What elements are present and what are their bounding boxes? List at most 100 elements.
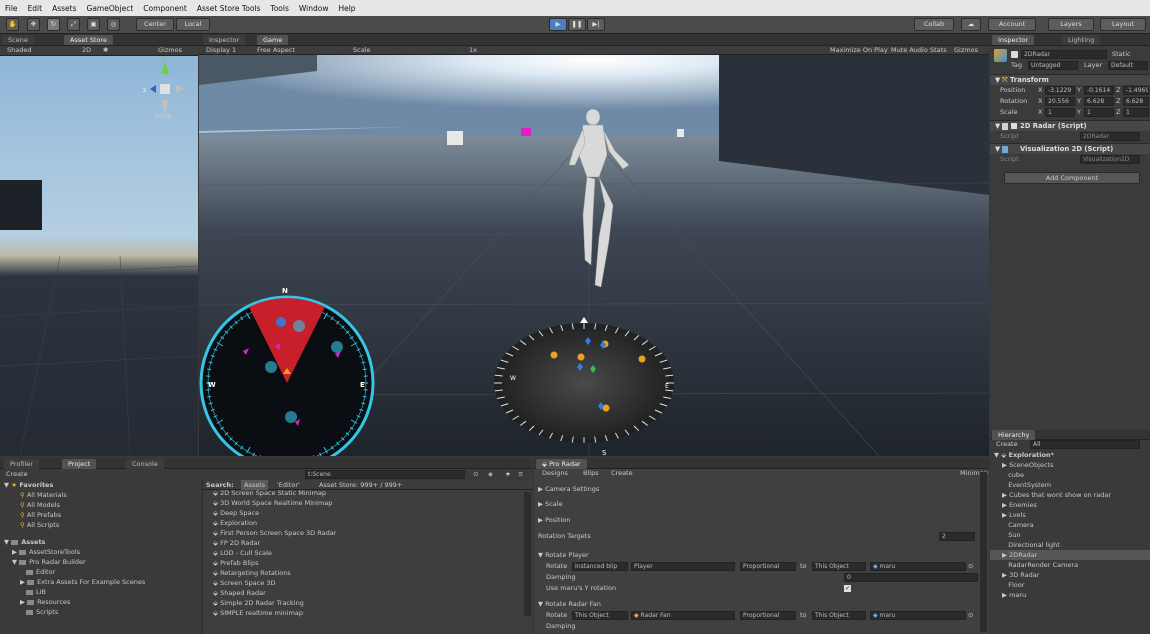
tree-item[interactable]: ▶ Extra Assets For Example Scenes xyxy=(20,577,145,587)
list-item[interactable]: ⬙ Simple 2D Radar Tracking xyxy=(213,598,513,608)
tree-item[interactable]: ▶ AssetStoreTools xyxy=(12,547,80,557)
tree-item[interactable]: ▼ Pro Radar Builder xyxy=(12,557,86,567)
layer-dropdown[interactable]: Default xyxy=(1108,61,1148,70)
fan-type-dropdown[interactable]: Proportional xyxy=(740,611,796,620)
menu-component[interactable]: Component xyxy=(138,4,192,13)
rotation-y-field[interactable]: 6.628 xyxy=(1084,97,1114,106)
maximize-on-play-toggle[interactable]: Maximize On Play xyxy=(830,45,888,55)
list-item[interactable]: ▶ SceneObjects xyxy=(1002,460,1150,470)
transform-header[interactable]: ▼ ⤧ Transform xyxy=(990,74,1150,85)
to-object-field[interactable]: ◆ maru xyxy=(870,562,966,571)
list-item[interactable]: ⬙ 3D World Space Realtime Minimap xyxy=(213,498,513,508)
to-target-dropdown[interactable]: This Object xyxy=(812,562,866,571)
game-viewport[interactable]: N E S W E S W xyxy=(199,55,989,456)
tree-item[interactable]: Editor xyxy=(26,567,55,577)
add-component-button[interactable]: Add Component xyxy=(1004,172,1140,184)
list-item[interactable]: Directional light xyxy=(1002,540,1150,550)
rotation-x-field[interactable]: 20.556 xyxy=(1045,97,1075,106)
list-item[interactable]: ⬙ FP 2D Radar xyxy=(213,538,513,548)
panel-menu-icon[interactable]: ≡ xyxy=(518,469,523,479)
tab-inspector[interactable]: Inspector xyxy=(992,35,1035,45)
scene-viewport[interactable]: y z Persp xyxy=(0,56,198,456)
position-y-field[interactable]: -0.1614 xyxy=(1084,86,1114,95)
pivot-center-button[interactable]: Center xyxy=(136,18,174,31)
filter-label-icon[interactable]: ◈ xyxy=(488,469,493,479)
tab-scene[interactable]: Scene xyxy=(2,35,34,45)
fav-item[interactable]: ⚲ All Scripts xyxy=(20,520,59,530)
favorite-star-icon[interactable]: ★ xyxy=(505,469,511,479)
active-checkbox[interactable] xyxy=(1011,51,1018,58)
list-item[interactable]: RadarRender Camera xyxy=(1002,560,1150,570)
layout-dropdown[interactable]: Layout xyxy=(1100,18,1146,31)
tree-item[interactable]: Scripts xyxy=(26,607,58,617)
subtab-create[interactable]: Create xyxy=(611,468,633,478)
account-dropdown[interactable]: Account xyxy=(988,18,1036,31)
mode-2d-toggle[interactable]: 2D xyxy=(82,45,91,55)
filter-type-icon[interactable]: ⊙ xyxy=(473,469,478,479)
static-checkbox[interactable]: Static xyxy=(1112,49,1131,59)
list-item[interactable]: ⬙ 2D Screen Space Static Minimap xyxy=(213,488,513,498)
section-camera-settings[interactable]: ▶ Camera Settings xyxy=(538,484,599,494)
rotate-player-foldout[interactable]: ▼ Rotate Player xyxy=(538,550,589,560)
tab-asset-store[interactable]: Asset Store xyxy=(64,35,114,45)
list-item[interactable]: ▶ Cubes that wont show on radar xyxy=(1002,490,1150,500)
list-item[interactable]: ▶ Lvels xyxy=(1002,510,1150,520)
list-item[interactable]: ⬙ Screen Space 3D xyxy=(213,578,513,588)
rotate-mode-dropdown[interactable]: Instanced blip xyxy=(572,562,628,571)
pause-button[interactable]: ❚❚ xyxy=(568,18,586,31)
menu-edit[interactable]: Edit xyxy=(23,4,48,13)
list-item[interactable]: ⬙ SIMPLE realtime minimap xyxy=(213,608,513,618)
fav-item[interactable]: ⚲ All Prefabs xyxy=(20,510,61,520)
object-picker-icon[interactable]: ⊙ xyxy=(968,561,973,571)
fan-mode-dropdown[interactable]: This Object xyxy=(572,611,628,620)
cloud-icon[interactable]: ☁ xyxy=(961,18,981,31)
use-y-rotation-checkbox[interactable]: ✓ xyxy=(844,585,851,592)
tab-lighting[interactable]: Lighting xyxy=(1062,35,1101,45)
rotate-tool-icon[interactable]: ↻ xyxy=(47,18,60,31)
rotate-type-dropdown[interactable]: Proportional xyxy=(740,562,796,571)
subtab-designs[interactable]: Designs xyxy=(542,468,568,478)
list-item[interactable]: ⬙ LOD - Cull Scale xyxy=(213,548,513,558)
list-item[interactable]: EventSystem xyxy=(1002,480,1150,490)
file-list-scrollbar[interactable] xyxy=(524,492,531,616)
list-item[interactable]: ▶ maru xyxy=(1002,590,1150,600)
game-gizmos-dropdown[interactable]: Gizmos xyxy=(954,45,978,55)
list-item[interactable]: ⬙ First Person Screen Space 3D Radar xyxy=(213,528,513,538)
list-item[interactable]: Sun xyxy=(1002,530,1150,540)
list-item[interactable]: ⬙ Exploration xyxy=(213,518,513,528)
menu-tools[interactable]: Tools xyxy=(265,4,293,13)
pro-radar-scrollbar[interactable] xyxy=(980,472,987,632)
rotation-targets-field[interactable]: 2 xyxy=(939,532,975,541)
fan-object-field[interactable]: ◆ maru xyxy=(870,611,966,620)
scale-tool-icon[interactable]: ⤢ xyxy=(67,18,80,31)
list-item[interactable]: Floor xyxy=(1002,580,1150,590)
aspect-dropdown[interactable]: Free Aspect xyxy=(257,45,295,55)
fan-to-dropdown[interactable]: This Object xyxy=(812,611,866,620)
position-z-field[interactable]: -1.4969 xyxy=(1123,86,1149,95)
scene-root[interactable]: ▼ ⬙ Exploration* xyxy=(994,450,1054,460)
list-item[interactable]: ⬙ Prefab Blips xyxy=(213,558,513,568)
hierarchy-search-input[interactable]: All xyxy=(1030,440,1140,449)
menu-help[interactable]: Help xyxy=(333,4,360,13)
assets-folder[interactable]: ▼ Assets xyxy=(4,537,45,547)
list-item[interactable]: cube xyxy=(1002,470,1150,480)
rotate-target-field[interactable]: Player xyxy=(631,562,735,571)
menu-assets[interactable]: Assets xyxy=(47,4,81,13)
list-item[interactable]: ⬙ Retargeting Rotations xyxy=(213,568,513,578)
menu-gameobject[interactable]: GameObject xyxy=(82,4,139,13)
play-button[interactable]: ▶ xyxy=(549,18,567,31)
pivot-local-button[interactable]: Local xyxy=(176,18,210,31)
hierarchy-create-button[interactable]: Create xyxy=(996,439,1018,449)
fan-target-field[interactable]: ◆ Radar Fan xyxy=(631,611,735,620)
object-picker-icon[interactable]: ⊙ xyxy=(968,610,973,620)
list-item[interactable]: Camera xyxy=(1002,520,1150,530)
scale-y-field[interactable]: 1 xyxy=(1084,108,1114,117)
tab-inspector-game[interactable]: Inspector xyxy=(203,35,246,45)
tree-item[interactable]: ▶ Resources xyxy=(20,597,70,607)
transform-tool-icon[interactable]: ◎ xyxy=(107,18,120,31)
mute-audio-toggle[interactable]: Mute Audio xyxy=(891,45,928,55)
list-item[interactable]: ▶ Enemies xyxy=(1002,500,1150,510)
section-scale[interactable]: ▶ Scale xyxy=(538,499,563,509)
list-item-selected[interactable]: ▶ 2DRadar xyxy=(990,550,1150,560)
rotate-radar-fan-foldout[interactable]: ▼ Rotate Radar Fan xyxy=(538,599,601,609)
